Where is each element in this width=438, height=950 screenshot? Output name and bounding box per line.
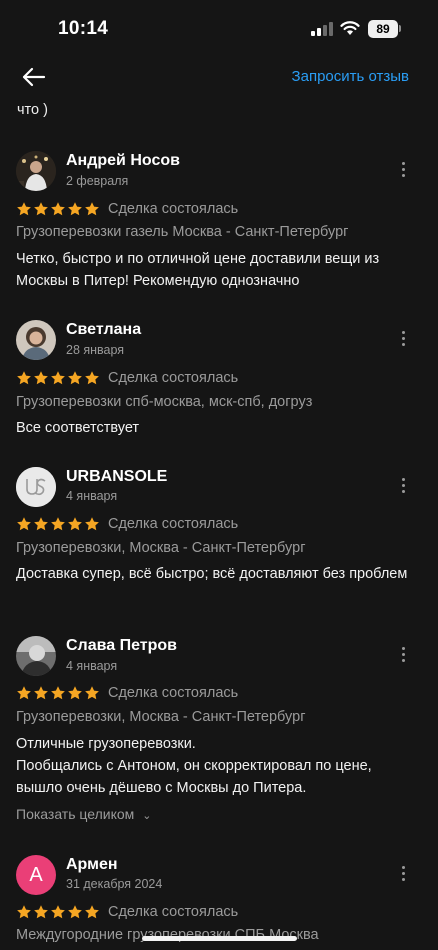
reviewer-name[interactable]: Слава Петров — [66, 637, 177, 655]
deal-status: Сделка состоялась — [108, 516, 239, 532]
service-name[interactable]: Грузоперевозки, Москва - Санкт-Петербург — [16, 540, 305, 556]
deal-status: Сделка состоялась — [108, 685, 239, 701]
service-name[interactable]: Грузоперевозки, Москва - Санкт-Петербург — [16, 709, 305, 725]
service-name[interactable]: Грузоперевозки спб-москва, мск-спб, догр… — [16, 394, 312, 410]
review-text: Доставка супер, всё быстро; всё доставля… — [16, 566, 408, 582]
star-icon — [51, 905, 65, 919]
star-icon — [68, 686, 82, 700]
star-icon — [17, 202, 31, 216]
cellular-signal-icon — [311, 22, 333, 36]
avatar — [16, 151, 56, 191]
star-icon — [34, 371, 48, 385]
avatar: А — [16, 855, 56, 895]
star-icon — [68, 905, 82, 919]
rating-stars — [16, 685, 101, 703]
avatar — [16, 320, 56, 360]
star-icon — [17, 905, 31, 919]
star-icon — [85, 202, 99, 216]
deal-status: Сделка состоялась — [108, 370, 239, 386]
reviewer-name[interactable]: Светлана — [66, 321, 141, 339]
star-icon — [85, 517, 99, 531]
star-icon — [68, 517, 82, 531]
star-icon — [68, 202, 82, 216]
battery-tip — [399, 25, 401, 32]
reviewer-name[interactable]: Армен — [66, 856, 118, 874]
request-review-button[interactable]: Запросить отзыв — [292, 68, 409, 85]
avatar-letter: А — [29, 863, 43, 886]
more-options-icon[interactable] — [397, 866, 409, 884]
back-arrow-icon[interactable] — [20, 66, 46, 88]
review-date: 28 января — [66, 343, 125, 357]
review-text: Отличные грузоперевозки. Пообщались с Ан… — [16, 733, 416, 799]
home-indicator — [142, 936, 297, 941]
reviewer-name[interactable]: Андрей Носов — [66, 152, 180, 170]
previous-review-text-tail: что ) — [17, 102, 48, 118]
show-full-button[interactable]: Показать целиком ⌄ — [16, 806, 152, 822]
star-icon — [34, 686, 48, 700]
review-text: Четко, быстро и по отличной цене достави… — [16, 251, 380, 289]
rating-stars — [16, 904, 101, 922]
rating-stars — [16, 201, 101, 219]
star-icon — [51, 686, 65, 700]
review-text-line: Отличные грузоперевозки. — [16, 736, 196, 752]
star-icon — [51, 371, 65, 385]
star-icon — [85, 686, 99, 700]
more-options-icon[interactable] — [397, 162, 409, 180]
star-icon — [17, 686, 31, 700]
review-date: 2 февраля — [66, 174, 129, 188]
show-full-label: Показать целиком — [16, 806, 135, 822]
star-icon — [68, 371, 82, 385]
review-text: Все соответствует — [16, 420, 140, 436]
urbansole-logo-avatar — [16, 467, 56, 507]
status-time: 10:14 — [58, 18, 109, 39]
star-icon — [34, 517, 48, 531]
review-date: 4 января — [66, 659, 118, 673]
reviewer-name[interactable]: URBANSOLE — [66, 468, 167, 486]
deal-status: Сделка состоялась — [108, 904, 239, 920]
status-bar: 10:14 89 — [0, 0, 438, 58]
star-icon — [17, 371, 31, 385]
star-icon — [85, 905, 99, 919]
avatar — [16, 636, 56, 676]
star-icon — [51, 517, 65, 531]
star-icon — [85, 371, 99, 385]
service-name[interactable]: Грузоперевозки газель Москва - Санкт-Пет… — [16, 224, 348, 240]
star-icon — [34, 905, 48, 919]
star-icon — [34, 202, 48, 216]
review-date: 31 декабря 2024 — [66, 877, 163, 891]
star-icon — [17, 517, 31, 531]
more-options-icon[interactable] — [397, 647, 409, 665]
wifi-icon — [340, 21, 360, 35]
deal-status: Сделка состоялась — [108, 201, 239, 217]
chevron-down-icon: ⌄ — [142, 810, 152, 822]
rating-stars — [16, 516, 101, 534]
rating-stars — [16, 370, 101, 388]
battery-indicator: 89 — [368, 20, 398, 38]
star-icon — [51, 202, 65, 216]
review-text-line: Пообщались с Антоном, он скорректировал … — [16, 758, 372, 796]
more-options-icon[interactable] — [397, 478, 409, 496]
more-options-icon[interactable] — [397, 331, 409, 349]
review-date: 4 января — [66, 489, 118, 503]
